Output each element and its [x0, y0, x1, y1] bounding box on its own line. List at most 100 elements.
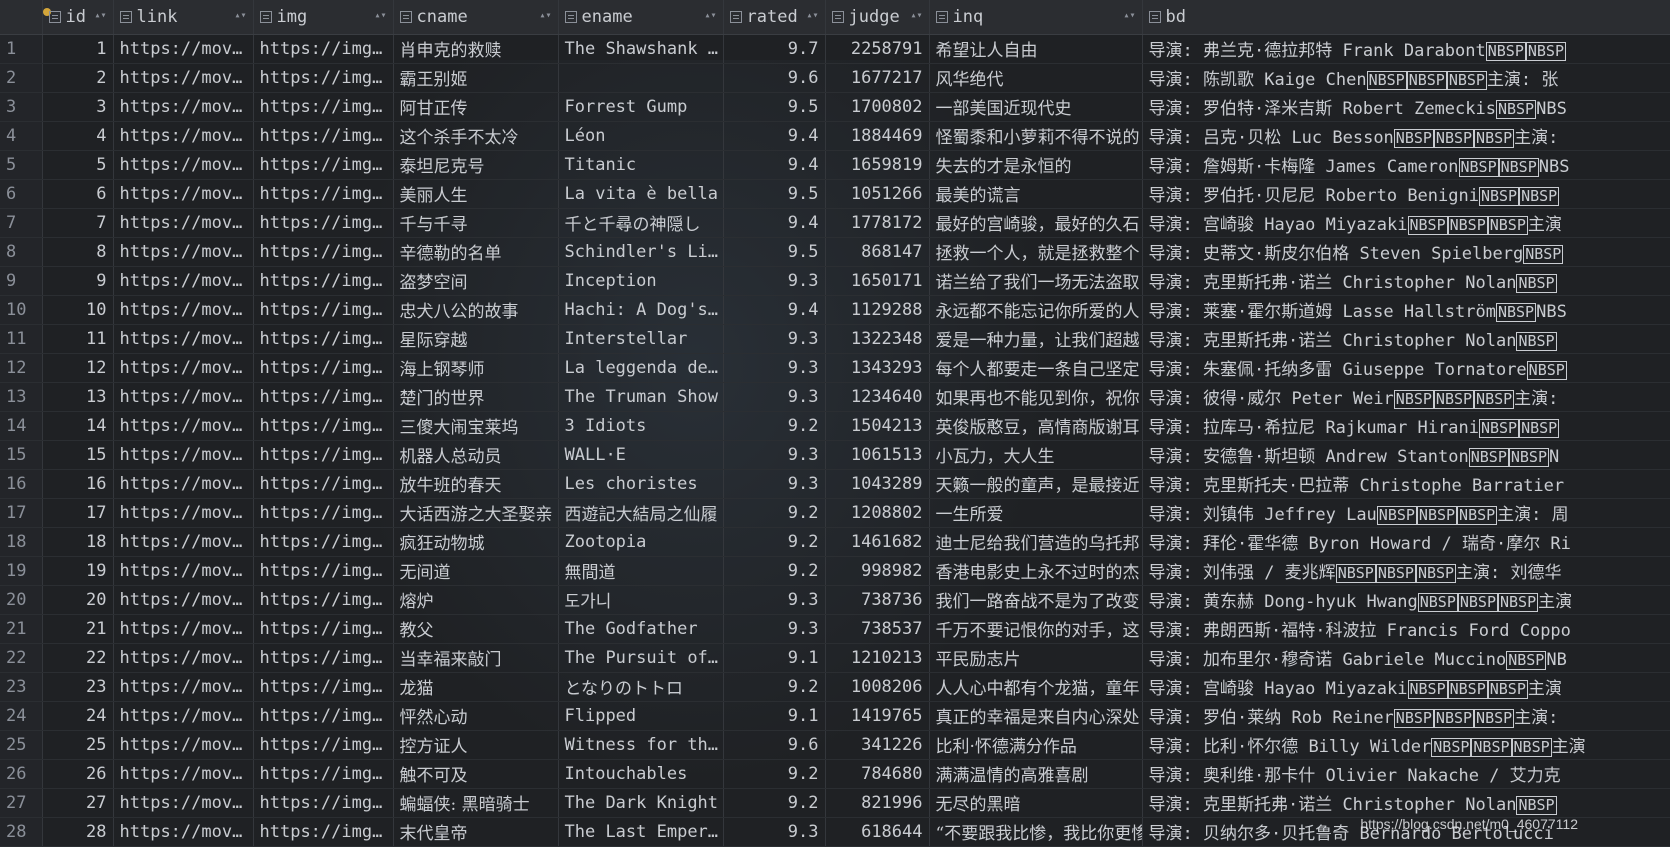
cell-id[interactable]: 17	[42, 498, 114, 528]
cell-inq[interactable]: 希望让人自由	[929, 34, 1143, 64]
table-row[interactable]: 10 10 https://mov… https://img… 忠犬八公的故事 Hachi…	[0, 295, 1670, 325]
cell-ename[interactable]: Forrest Gump	[558, 92, 724, 122]
cell-cname[interactable]: 霸王别姬	[393, 63, 559, 93]
cell-bd[interactable]: 导演: 史蒂文·斯皮尔伯格 Steven Spielberg NBSP	[1142, 237, 1670, 267]
cell-img[interactable]: https://img…	[253, 324, 394, 354]
cell-inq[interactable]: 最好的宫崎骏，最好的久石	[929, 208, 1143, 238]
cell-id[interactable]: 5	[42, 150, 114, 180]
cell-cname[interactable]: 无间道	[393, 556, 559, 586]
cell-rated[interactable]: 9.3	[723, 382, 826, 412]
cell-bd[interactable]: 导演: 比利·怀尔德 Billy Wilder NBSP NBSP NBSP 主演	[1142, 730, 1670, 760]
cell-bd[interactable]: 导演: 拜伦·霍华德 Byron Howard / 瑞奇·摩尔 Ri	[1142, 527, 1670, 557]
column-header-id[interactable]: id ▴▾	[42, 0, 114, 35]
cell-id[interactable]: 1	[42, 34, 114, 64]
cell-link[interactable]: https://mov…	[113, 382, 254, 412]
cell-id[interactable]: 26	[42, 759, 114, 789]
table-row[interactable]: 3 3 https://mov… https://img… 阿甘正传 Forrest Gu…	[0, 92, 1670, 122]
cell-bd[interactable]: 导演: 奥利维·那卡什 Olivier Nakache / 艾力克	[1142, 759, 1670, 789]
cell-cname[interactable]: 美丽人生	[393, 179, 559, 209]
cell-id[interactable]: 10	[42, 295, 114, 325]
cell-id[interactable]: 11	[42, 324, 114, 354]
cell-ename[interactable]: Hachi: A Dog's…	[558, 295, 724, 325]
cell-cname[interactable]: 末代皇帝	[393, 817, 559, 847]
cell-inq[interactable]: 平民励志片	[929, 643, 1143, 673]
cell-cname[interactable]: 疯狂动物城	[393, 527, 559, 557]
cell-rated[interactable]: 9.3	[723, 469, 826, 499]
cell-judge[interactable]: 1322348	[825, 324, 930, 354]
cell-judge[interactable]: 1234640	[825, 382, 930, 412]
cell-link[interactable]: https://mov…	[113, 672, 254, 702]
cell-rated[interactable]: 9.3	[723, 324, 826, 354]
cell-inq[interactable]: 失去的才是永恒的	[929, 150, 1143, 180]
cell-rated[interactable]: 9.4	[723, 150, 826, 180]
sort-icon[interactable]: ▴▾	[806, 11, 818, 21]
cell-id[interactable]: 6	[42, 179, 114, 209]
cell-bd[interactable]: 导演: 吕克·贝松 Luc Besson NBSP NBSP NBSP 主演:	[1142, 121, 1670, 151]
cell-rated[interactable]: 9.3	[723, 614, 826, 644]
cell-ename[interactable]: Inception	[558, 266, 724, 296]
table-row[interactable]: 26 26 https://mov… https://img… 触不可及 Intoucha…	[0, 759, 1670, 789]
cell-inq[interactable]: “不要跟我比惨，我比你更惨	[929, 817, 1143, 847]
cell-img[interactable]: https://img…	[253, 382, 394, 412]
cell-id[interactable]: 20	[42, 585, 114, 615]
table-row[interactable]: 16 16 https://mov… https://img… 放牛班的春天 Les ch…	[0, 469, 1670, 499]
cell-rated[interactable]: 9.5	[723, 92, 826, 122]
column-header-ename[interactable]: ename ▴▾	[558, 0, 724, 35]
table-row[interactable]: 4 4 https://mov… https://img… 这个杀手不太冷 Léon 9.4…	[0, 121, 1670, 151]
cell-judge[interactable]: 1700802	[825, 92, 930, 122]
cell-rated[interactable]: 9.5	[723, 237, 826, 267]
cell-judge[interactable]: 1461682	[825, 527, 930, 557]
cell-link[interactable]: https://mov…	[113, 411, 254, 441]
cell-link[interactable]: https://mov…	[113, 527, 254, 557]
cell-ename[interactable]: 無間道	[558, 556, 724, 586]
cell-rated[interactable]: 9.1	[723, 643, 826, 673]
cell-ename[interactable]: Titanic	[558, 150, 724, 180]
cell-judge[interactable]: 738736	[825, 585, 930, 615]
cell-img[interactable]: https://img…	[253, 353, 394, 383]
cell-link[interactable]: https://mov…	[113, 817, 254, 847]
cell-bd[interactable]: 导演: 黄东赫 Dong-hyuk Hwang NBSP NBSP NBSP 主演	[1142, 585, 1670, 615]
cell-id[interactable]: 8	[42, 237, 114, 267]
cell-bd[interactable]: 导演: 拉库马·希拉尼 Rajkumar Hirani NBSP NBSP	[1142, 411, 1670, 441]
cell-judge[interactable]: 1659819	[825, 150, 930, 180]
table-row[interactable]: 25 25 https://mov… https://img… 控方证人 Witness …	[0, 730, 1670, 760]
cell-inq[interactable]: 我们一路奋战不是为了改变	[929, 585, 1143, 615]
cell-inq[interactable]: 如果再也不能见到你，祝你	[929, 382, 1143, 412]
cell-link[interactable]: https://mov…	[113, 208, 254, 238]
cell-judge[interactable]: 2258791	[825, 34, 930, 64]
cell-inq[interactable]: 最美的谎言	[929, 179, 1143, 209]
cell-rated[interactable]: 9.2	[723, 556, 826, 586]
table-row[interactable]: 13 13 https://mov… https://img… 楚门的世界 The Tru…	[0, 382, 1670, 412]
cell-inq[interactable]: 英俊版憨豆，高情商版谢耳	[929, 411, 1143, 441]
cell-id[interactable]: 9	[42, 266, 114, 296]
cell-inq[interactable]: 诺兰给了我们一场无法盗取	[929, 266, 1143, 296]
cell-img[interactable]: https://img…	[253, 585, 394, 615]
column-header-link[interactable]: link ▴▾	[113, 0, 254, 35]
cell-rated[interactable]: 9.5	[723, 179, 826, 209]
cell-link[interactable]: https://mov…	[113, 63, 254, 93]
cell-ename[interactable]: 千と千尋の神隠し	[558, 208, 724, 238]
cell-judge[interactable]: 1061513	[825, 440, 930, 470]
cell-cname[interactable]: 蝙蝠侠: 黑暗骑士	[393, 788, 559, 818]
cell-id[interactable]: 23	[42, 672, 114, 702]
cell-cname[interactable]: 龙猫	[393, 672, 559, 702]
cell-img[interactable]: https://img…	[253, 150, 394, 180]
cell-inq[interactable]: 一部美国近现代史	[929, 92, 1143, 122]
cell-img[interactable]: https://img…	[253, 208, 394, 238]
cell-ename[interactable]: Schindler's Li…	[558, 237, 724, 267]
cell-id[interactable]: 4	[42, 121, 114, 151]
cell-cname[interactable]: 泰坦尼克号	[393, 150, 559, 180]
cell-judge[interactable]: 1677217	[825, 63, 930, 93]
cell-rated[interactable]: 9.6	[723, 63, 826, 93]
table-row[interactable]: 19 19 https://mov… https://img… 无间道 無間道 9.2 998…	[0, 556, 1670, 586]
cell-img[interactable]: https://img…	[253, 817, 394, 847]
cell-bd[interactable]: 导演: 加布里尔·穆奇诺 Gabriele Muccino NBSP NB	[1142, 643, 1670, 673]
cell-rated[interactable]: 9.4	[723, 121, 826, 151]
cell-inq[interactable]: 无尽的黑暗	[929, 788, 1143, 818]
cell-bd[interactable]: 导演: 克里斯托弗·诺兰 Christopher Nolan NBSP	[1142, 788, 1670, 818]
cell-link[interactable]: https://mov…	[113, 295, 254, 325]
cell-img[interactable]: https://img…	[253, 527, 394, 557]
cell-cname[interactable]: 盗梦空间	[393, 266, 559, 296]
cell-inq[interactable]: 人人心中都有个龙猫，童年	[929, 672, 1143, 702]
cell-img[interactable]: https://img…	[253, 266, 394, 296]
